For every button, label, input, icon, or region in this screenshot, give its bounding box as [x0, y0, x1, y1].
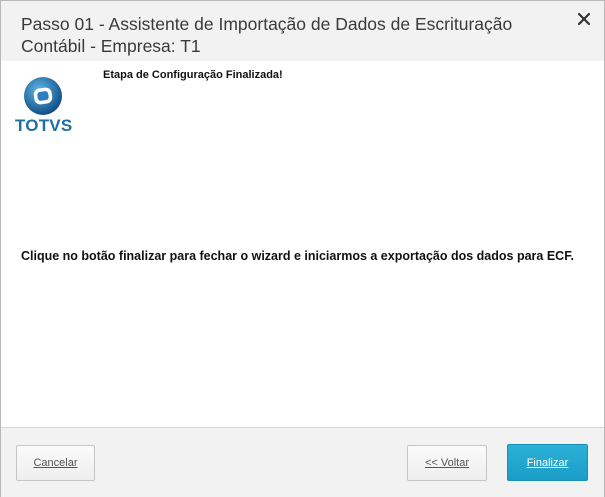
finish-button[interactable]: Finalizar [507, 444, 588, 481]
totvs-logo-icon [24, 77, 62, 115]
cancel-button[interactable]: Cancelar [16, 445, 95, 481]
close-icon [577, 12, 593, 26]
back-button[interactable]: << Voltar [407, 445, 487, 481]
wizard-dialog: Passo 01 - Assistente de Importação de D… [0, 0, 605, 497]
dialog-title: Passo 01 - Assistente de Importação de D… [21, 14, 513, 56]
close-button[interactable] [577, 12, 593, 28]
logo-text: TOTVS [15, 116, 73, 135]
step-heading: Etapa de Configuração Finalizada! [103, 69, 283, 81]
title-bar: Passo 01 - Assistente de Importação de D… [1, 1, 604, 61]
totvs-logo: TOTVS [15, 73, 75, 135]
dialog-footer: Cancelar << Voltar Finalizar [1, 427, 604, 497]
wizard-message: Clique no botão finalizar para fechar o … [21, 249, 574, 263]
